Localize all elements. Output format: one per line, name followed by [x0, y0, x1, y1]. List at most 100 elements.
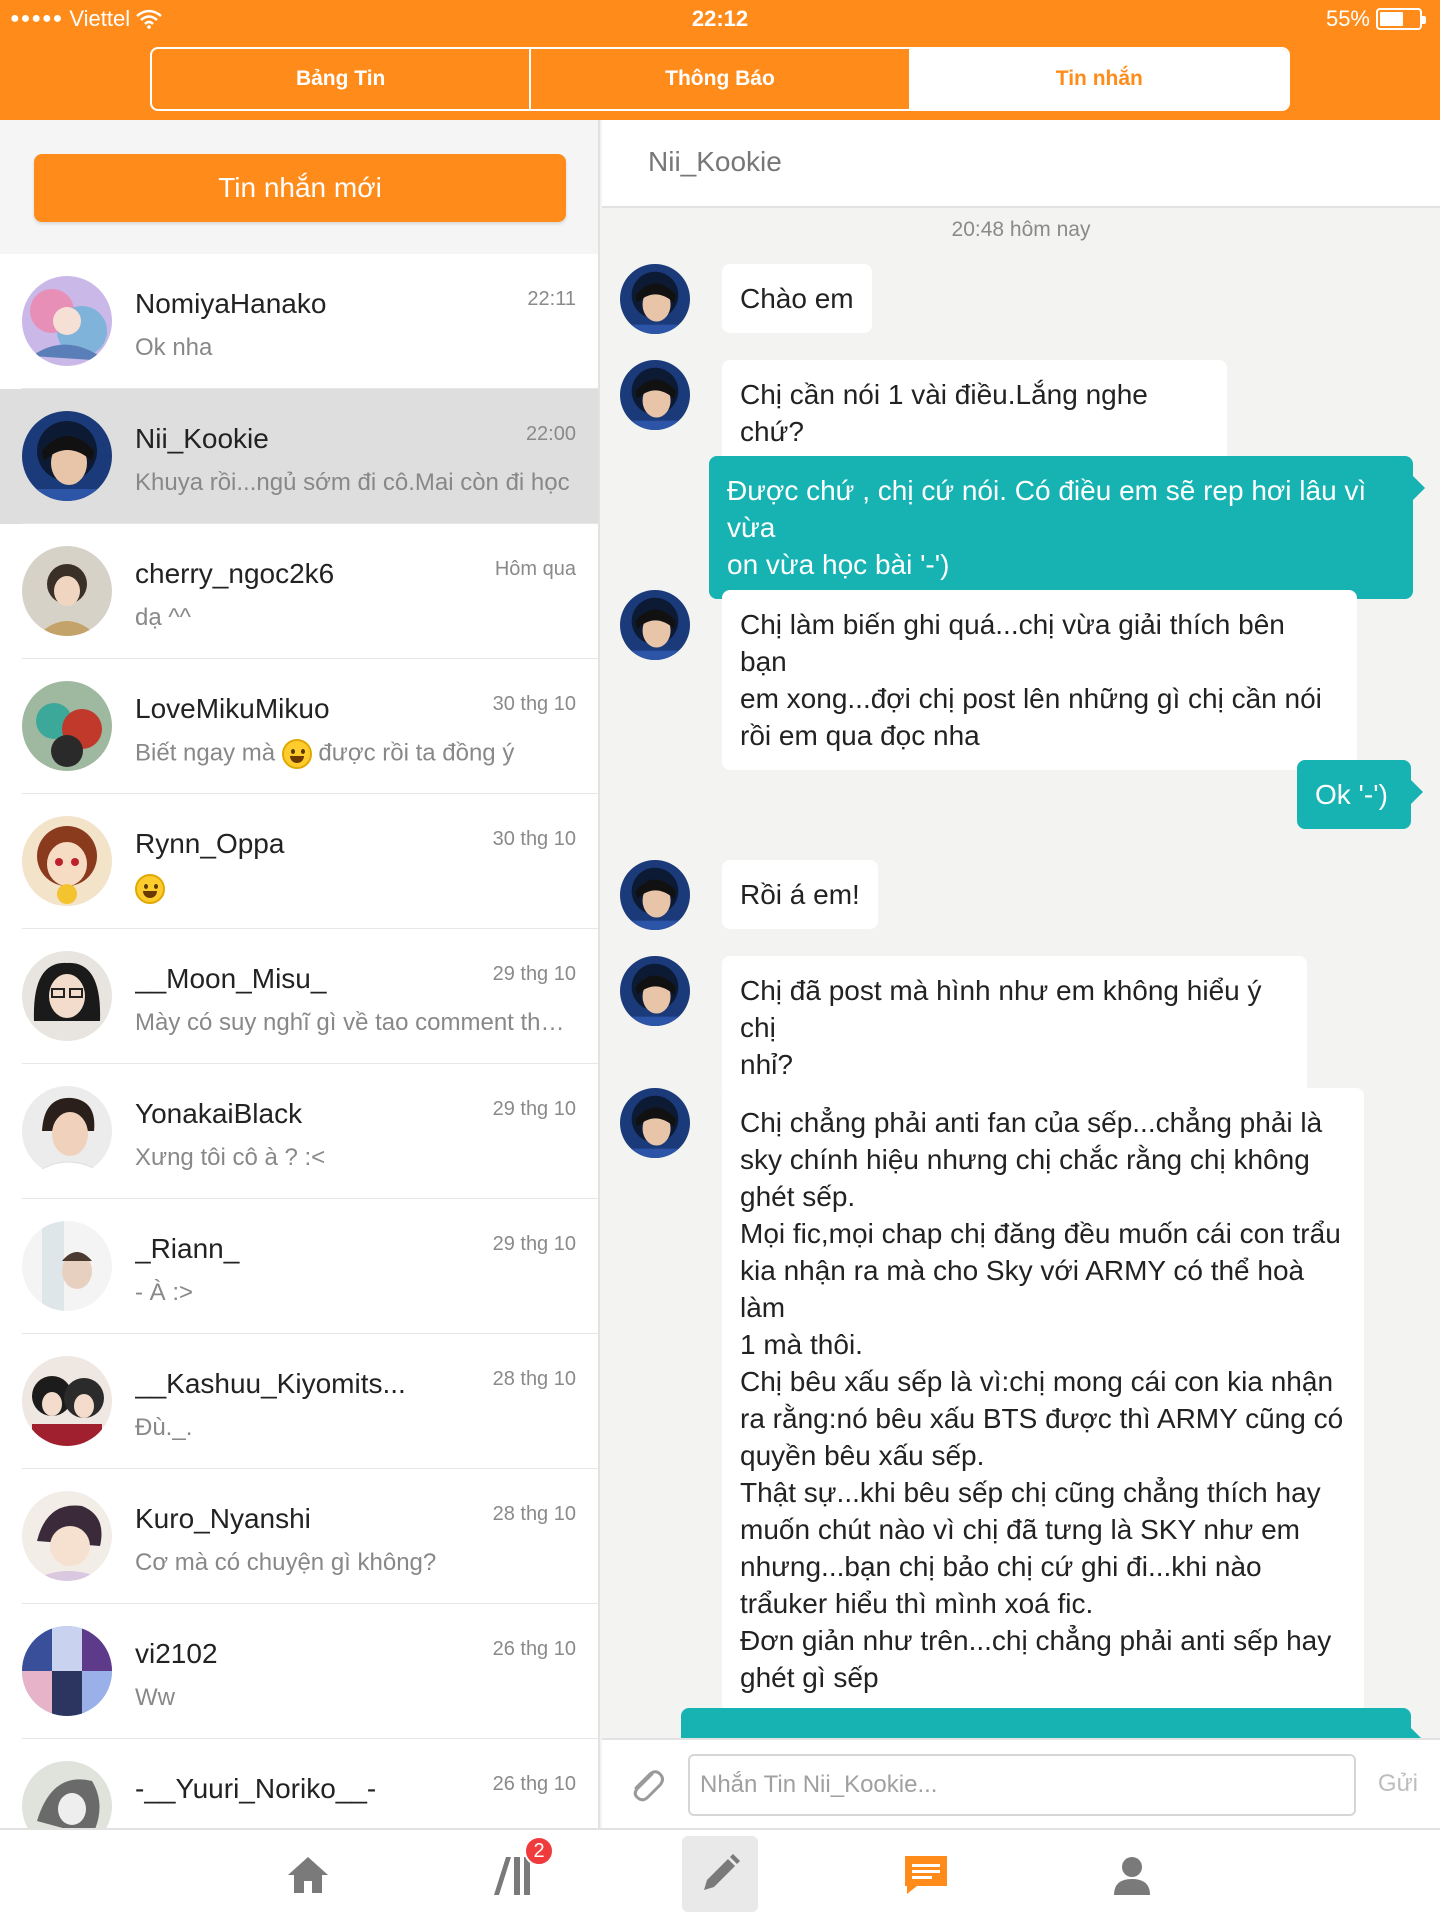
status-bar: ●●●●● Viettel 22:12 55% [0, 0, 1440, 40]
conversation-name: _Riann_ [135, 1233, 240, 1264]
conversation-time: 29 thg 10 [492, 1098, 576, 1120]
preview-text: được rồi ta đồng ý [318, 739, 515, 767]
send-button[interactable]: Gửi [1378, 1770, 1418, 1798]
message-bubble-incoming[interactable]: Rồi á em! [722, 860, 878, 929]
message-text: Rồi á em! [740, 879, 860, 910]
message-text: Ok '-') [1315, 779, 1388, 810]
tab-write[interactable] [682, 1836, 758, 1912]
conversation-time: Hôm qua [494, 558, 576, 580]
tab-notifications[interactable]: Thông Báo [531, 49, 911, 109]
conversation-item[interactable]: Kuro_Nyanshi 28 thg 10 Cơ mà có chuyện g… [0, 1469, 598, 1604]
conversation-item[interactable]: cherry_ngoc2k6 Hôm qua dạ ^^ [0, 524, 598, 659]
tab-news-feed[interactable]: Bảng Tin [152, 49, 532, 109]
section-tabs: Bảng Tin Thông Báo Tin nhắn [150, 47, 1290, 111]
conversation-preview [135, 874, 575, 904]
chat-messages[interactable]: 20:48 hôm nay Chào em Chị cần nói 1 vài … [602, 208, 1440, 1738]
grinning-emoji-icon [135, 874, 165, 904]
conversation-time: 22:00 [525, 423, 576, 445]
tab-library[interactable]: 2 [476, 1830, 556, 1920]
conversation-preview: Khuya rồi...ngủ sớm đi cô.Mai còn đi học [135, 469, 570, 496]
message-bubble-incoming[interactable]: Chào em [722, 264, 872, 333]
avatar [22, 1086, 112, 1176]
tab-messages-bottom[interactable] [886, 1830, 966, 1920]
paperclip-icon[interactable] [624, 1764, 668, 1808]
avatar [22, 1356, 112, 1446]
tab-home[interactable] [268, 1830, 348, 1920]
conversation-time: 30 thg 10 [492, 693, 576, 715]
conversation-item-selected[interactable]: Nii_Kookie 22:00 Khuya rồi...ngủ sớm đi … [0, 389, 598, 524]
conversation-preview: - À :> [135, 1279, 194, 1306]
chat-header: Nii_Kookie [602, 120, 1440, 208]
conversation-item[interactable]: vi2102 26 thg 10 Ww [0, 1604, 598, 1739]
message-text: Chào em [740, 283, 854, 314]
message-bubble-incoming[interactable]: Chị chẳng phải anti fan của sếp...chẳng … [722, 1088, 1364, 1712]
conversation-name: Rynn_Oppa [135, 828, 285, 859]
message-bubble-incoming[interactable]: Chị đã post mà hình như em không hiểu ý … [722, 956, 1307, 1099]
conversation-name: vi2102 [135, 1638, 218, 1669]
grinning-emoji-icon [281, 739, 312, 769]
status-right: 55% [1325, 6, 1426, 32]
tab-profile[interactable] [1092, 1830, 1172, 1920]
messages-icon [905, 1856, 947, 1894]
chat-panel: Nii_Kookie 20:48 hôm nay Chào em Chị cần… [602, 120, 1440, 1828]
sender-avatar[interactable] [620, 590, 690, 660]
conversation-preview: Cơ mà có chuyện gì không? [135, 1549, 437, 1576]
conversation-time: 26 thg 10 [492, 1638, 576, 1660]
message-text: Chị đã post mà hình như em không hiểu ý … [740, 975, 1262, 1080]
new-message-button[interactable]: Tin nhắn mới [34, 154, 566, 222]
conversation-preview: Ok nha [135, 334, 213, 361]
avatar [22, 276, 112, 366]
conversation-name: YonakaiBlack [135, 1098, 303, 1129]
sender-avatar[interactable] [620, 360, 690, 430]
message-text: Chị làm biến ghi quá...chị vừa giải thíc… [740, 609, 1322, 751]
conversation-item[interactable]: -__Yuuri_Noriko__- 26 thg 10 [0, 1739, 598, 1828]
sender-avatar[interactable] [620, 1088, 690, 1158]
conversation-preview: dạ ^^ [135, 604, 191, 631]
conversation-item[interactable]: NomiyaHanako 22:11 Ok nha [0, 254, 598, 389]
conversation-time: 30 thg 10 [492, 828, 576, 850]
message-bubble-outgoing[interactable] [681, 1708, 1423, 1738]
message-bubble-incoming[interactable]: Chị làm biến ghi quá...chị vừa giải thíc… [722, 590, 1357, 770]
profile-icon [1114, 1857, 1150, 1895]
message-input[interactable] [688, 1754, 1356, 1816]
conversation-item[interactable]: __Moon_Misu_ 29 thg 10 Mày có suy nghĩ g… [0, 929, 598, 1064]
conversation-item[interactable]: __Kashuu_Kiyomits... 28 thg 10 Đù._. [0, 1334, 598, 1469]
avatar [22, 816, 112, 906]
conversation-time: 22:11 [527, 288, 576, 310]
conversation-name: __Kashuu_Kiyomits... [135, 1368, 406, 1399]
pencil-icon [704, 1854, 740, 1890]
conversation-name: NomiyaHanako [135, 288, 327, 319]
sender-avatar[interactable] [620, 264, 690, 334]
conversation-preview: Xưng tôi cô à ? :< [135, 1144, 326, 1171]
avatar [22, 1221, 112, 1311]
avatar [22, 1626, 112, 1716]
message-bubble-outgoing[interactable]: Được chứ , chị cứ nói. Có điều em sẽ rep… [709, 456, 1425, 599]
message-bubble-outgoing[interactable]: Ok '-') [1297, 760, 1423, 829]
message-text: Chị cần nói 1 vài điều.Lắng nghe chứ? [740, 379, 1156, 447]
conversation-item[interactable]: LoveMikuMikuo 30 thg 10 Biết ngay mà đượ… [0, 659, 598, 794]
battery-icon [1376, 8, 1426, 30]
conversation-item[interactable]: Rynn_Oppa 30 thg 10 [0, 794, 598, 929]
sender-avatar[interactable] [620, 956, 690, 1026]
conversation-time: 28 thg 10 [492, 1368, 576, 1390]
conversation-item[interactable]: YonakaiBlack 29 thg 10 Xưng tôi cô à ? :… [0, 1064, 598, 1199]
conversation-item[interactable]: _Riann_ 29 thg 10 - À :> [0, 1199, 598, 1334]
chat-title[interactable]: Nii_Kookie [648, 146, 782, 178]
conversation-time: 28 thg 10 [492, 1503, 576, 1525]
tab-messages[interactable]: Tin nhắn [910, 49, 1288, 109]
conversation-time: 29 thg 10 [492, 963, 576, 985]
avatar [22, 951, 112, 1041]
battery-percent: 55% [1325, 6, 1370, 31]
notification-badge: 2 [524, 1836, 554, 1866]
conversation-time: 26 thg 10 [492, 1773, 576, 1795]
conversation-preview: Ww [135, 1684, 175, 1711]
message-composer: Gửi [602, 1738, 1440, 1828]
message-bubble-incoming[interactable]: Chị cần nói 1 vài điều.Lắng nghe chứ? [722, 360, 1227, 466]
conversation-name: LoveMikuMikuo [135, 693, 330, 724]
sender-avatar[interactable] [620, 860, 690, 930]
message-text: Chị chẳng phải anti fan của sếp...chẳng … [740, 1107, 1344, 1693]
conversation-name: __Moon_Misu_ [135, 963, 327, 994]
conversation-name: Kuro_Nyanshi [135, 1503, 311, 1534]
message-text: Được chứ , chị cứ nói. Có điều em sẽ rep… [727, 475, 1367, 580]
status-time: 22:12 [691, 6, 749, 31]
